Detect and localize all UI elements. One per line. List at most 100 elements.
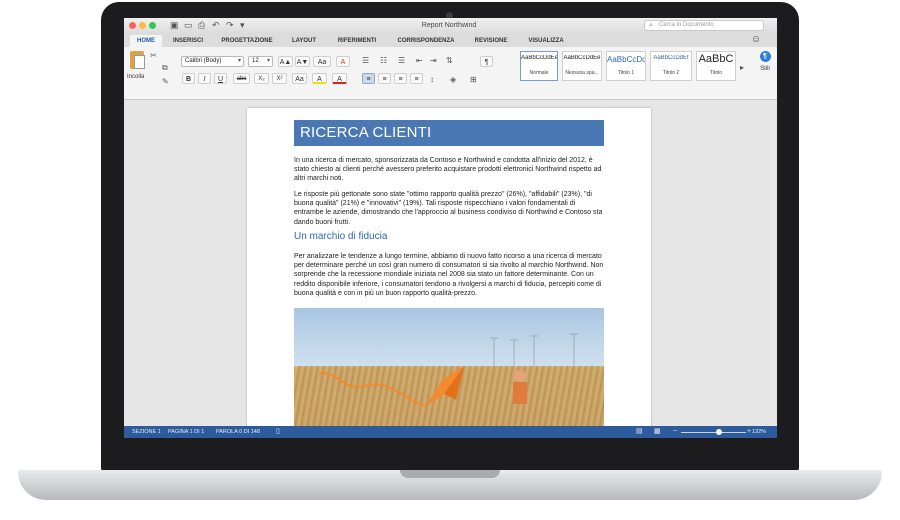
- tab-corrispondenza[interactable]: CORRISPONDENZA: [392, 35, 460, 47]
- show-formatting-button[interactable]: ¶: [480, 56, 493, 67]
- highlight-color-button[interactable]: A: [312, 73, 327, 84]
- tab-progettazione[interactable]: PROGETTAZIONE: [216, 35, 278, 47]
- font-color-button[interactable]: A: [332, 73, 347, 84]
- laptop-frame: ▣ ▭ ⎙ ↶ ↷ ▾ Report Northwind ⌕ Cerca in …: [0, 0, 900, 520]
- zoom-slider-thumb[interactable]: [716, 429, 722, 435]
- open-folder-icon[interactable]: ▭: [184, 20, 193, 31]
- web-layout-icon[interactable]: ▦: [654, 426, 661, 438]
- superscript-button[interactable]: X²: [272, 73, 287, 84]
- ribbon-tabs: HOME INSERISCI PROGETTAZIONE LAYOUT RIFE…: [124, 33, 777, 47]
- styles-pane-button[interactable]: ¶ Stili: [756, 51, 774, 96]
- align-right-button[interactable]: ≡: [394, 73, 407, 84]
- ribbon-home: Incolla ✂ ⧉ ✎ Calibri (Body) ▾ 12 ▾ A▲ A…: [124, 47, 777, 100]
- tab-riferimenti[interactable]: RIFERIMENTI: [330, 35, 384, 47]
- status-bar: SEZIONE 1 PAGINA 1 DI 1 PAROLA 0 DI 148 …: [124, 426, 777, 438]
- chevron-down-icon: ▾: [266, 58, 270, 64]
- bold-button[interactable]: B: [182, 73, 195, 84]
- clear-formatting-button[interactable]: A: [336, 56, 350, 67]
- document-title: Report Northwind: [421, 22, 477, 29]
- styles-pane-label: Stili: [760, 66, 770, 72]
- style-name: Titolo 1: [617, 70, 635, 76]
- style-sample: AaBbCcDdEt: [653, 55, 689, 61]
- style-nessuna-spaziatura[interactable]: AaBbCcDdEe Nessuna spa...: [562, 51, 602, 81]
- paste-icon[interactable]: [130, 51, 145, 69]
- customize-toolbar-icon[interactable]: ▾: [240, 20, 245, 31]
- paragraph-3: Per analizzare le tendenze a lungo termi…: [294, 253, 604, 297]
- justify-button[interactable]: ≡: [410, 73, 423, 84]
- style-titolo-1[interactable]: AaBbCcDc Titolo 1: [606, 51, 646, 81]
- style-sample: AaBbCcDc: [607, 55, 645, 64]
- shrink-font-button[interactable]: A▼: [295, 56, 310, 67]
- kite-illustration: [318, 333, 578, 407]
- paragraph-1: In una ricerca di mercato, sponsorizzata…: [294, 157, 602, 183]
- styles-gallery-next-icon[interactable]: ▸: [740, 63, 744, 72]
- tab-revisione[interactable]: REVISIONE: [468, 35, 514, 47]
- print-icon[interactable]: ⎙: [198, 20, 205, 31]
- numbered-list-icon[interactable]: ☷: [380, 56, 387, 65]
- sort-icon[interactable]: ⇅: [446, 56, 453, 65]
- increase-indent-icon[interactable]: ⇥: [430, 56, 437, 65]
- decrease-indent-icon[interactable]: ⇤: [416, 56, 423, 65]
- zoom-slider[interactable]: [681, 432, 746, 433]
- font-size-select[interactable]: 12 ▾: [248, 56, 273, 67]
- style-normale[interactable]: AaBbCcDdEe Normale: [520, 51, 558, 81]
- print-layout-icon[interactable]: ▤: [636, 426, 643, 438]
- subscript-button[interactable]: X₂: [254, 73, 269, 84]
- feedback-smiley-icon[interactable]: ☺: [751, 34, 761, 45]
- copy-icon[interactable]: ⧉: [162, 63, 168, 72]
- cut-icon[interactable]: ✂: [150, 51, 157, 60]
- document-area[interactable]: RICERCA CLIENTI In una ricerca di mercat…: [124, 100, 777, 426]
- tab-home[interactable]: HOME: [130, 35, 162, 47]
- style-titolo[interactable]: AaBbC Titolo: [696, 51, 736, 81]
- line-spacing-icon[interactable]: ↕: [430, 75, 434, 84]
- zoom-out-icon[interactable]: −: [673, 426, 677, 438]
- status-page[interactable]: PAGINA 1 DI 1: [168, 426, 204, 438]
- align-left-button[interactable]: ≡: [362, 73, 375, 84]
- style-name: Nessuna spa...: [565, 70, 599, 76]
- search-input[interactable]: ⌕ Cerca in Documento: [644, 20, 764, 31]
- styles-pane-icon: ¶: [759, 51, 771, 62]
- italic-button[interactable]: I: [198, 73, 211, 84]
- style-titolo-2[interactable]: AaBbCcDdEt Titolo 2: [650, 51, 692, 81]
- style-name: Normale: [529, 70, 549, 76]
- format-painter-icon[interactable]: ✎: [162, 77, 169, 86]
- save-icon[interactable]: ▣: [170, 20, 179, 31]
- zoom-level[interactable]: 132%: [752, 426, 766, 438]
- paragraph-2: Le risposte più gettonate sono state "ot…: [294, 191, 603, 226]
- change-case-button[interactable]: Aa: [313, 56, 331, 67]
- close-window-button[interactable]: [129, 22, 136, 29]
- font-name-value: Calibri (Body): [185, 58, 222, 64]
- proofing-book-icon[interactable]: ▯: [276, 426, 280, 438]
- paste-label: Incolla: [127, 74, 145, 80]
- minimize-window-button[interactable]: [139, 22, 146, 29]
- style-sample: AaBbC: [698, 53, 734, 65]
- tab-inserisci[interactable]: INSERISCI: [168, 35, 208, 47]
- style-sample: AaBbCcDdEe: [563, 55, 601, 61]
- grow-font-button[interactable]: A▲: [278, 56, 293, 67]
- text-effects-button[interactable]: Aa: [292, 73, 307, 84]
- tab-visualizza[interactable]: VISUALIZZA: [522, 35, 570, 47]
- subheading: Un marchio di fiducia: [294, 231, 388, 242]
- document-page[interactable]: RICERCA CLIENTI In una ricerca di mercat…: [247, 108, 651, 426]
- zoom-in-icon[interactable]: +: [747, 426, 751, 438]
- borders-icon[interactable]: ⊞: [470, 75, 477, 84]
- style-sample: AaBbCcDdEe: [521, 55, 557, 61]
- status-words[interactable]: PAROLA 0 DI 148: [216, 426, 260, 438]
- redo-icon[interactable]: ↷: [226, 20, 234, 31]
- strikethrough-button[interactable]: abc: [233, 73, 250, 84]
- underline-button[interactable]: U: [214, 73, 227, 84]
- multilevel-list-icon[interactable]: ☰: [398, 56, 405, 65]
- undo-icon[interactable]: ↶: [212, 20, 220, 31]
- shading-icon[interactable]: ◈: [450, 75, 456, 84]
- align-center-button[interactable]: ≡: [378, 73, 391, 84]
- document-heading: RICERCA CLIENTI: [294, 120, 604, 146]
- status-section: SEZIONE 1: [132, 429, 161, 435]
- font-size-value: 12: [252, 58, 259, 64]
- tab-layout[interactable]: LAYOUT: [286, 35, 322, 47]
- document-photo[interactable]: [294, 308, 604, 426]
- bullet-list-icon[interactable]: ☰: [362, 56, 369, 65]
- laptop-notch: [400, 470, 500, 478]
- font-name-select[interactable]: Calibri (Body) ▾: [181, 56, 244, 67]
- search-placeholder: Cerca in Documento: [659, 22, 714, 28]
- zoom-window-button[interactable]: [149, 22, 156, 29]
